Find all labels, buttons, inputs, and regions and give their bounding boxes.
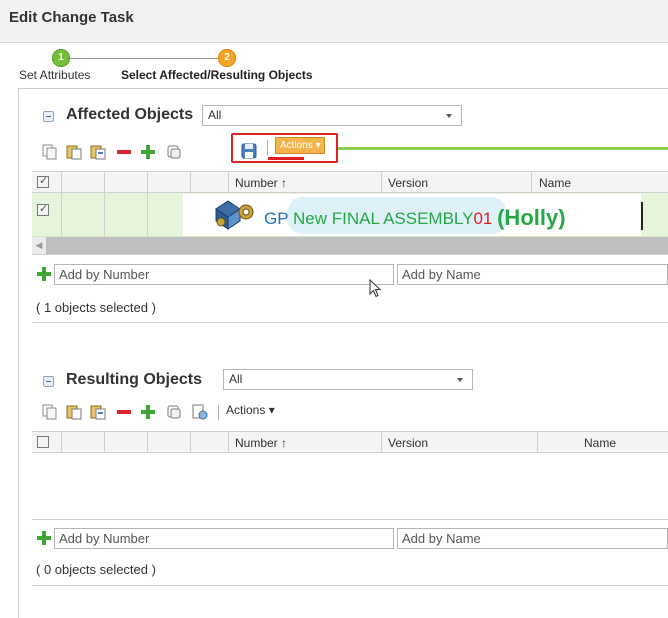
affected-column-name[interactable]: Name: [539, 176, 571, 190]
resulting-grid-header: [32, 431, 668, 453]
column-separator: [147, 171, 148, 193]
copy-icon[interactable]: [42, 144, 58, 160]
divider: [32, 322, 668, 323]
resulting-filter-select[interactable]: All: [223, 369, 473, 390]
toolbar-separator: [218, 405, 219, 420]
affected-select-all-checkbox[interactable]: [37, 174, 49, 188]
row-select-checkbox[interactable]: [37, 202, 49, 216]
remove-icon[interactable]: [116, 144, 132, 160]
affected-grid-header: [32, 171, 668, 193]
dialog-title: Edit Change Task: [9, 9, 134, 26]
column-separator: [537, 431, 538, 453]
text-cursor: [641, 202, 643, 230]
callout-suffix: 01: [473, 209, 493, 228]
affected-actions-label: Actions: [280, 140, 313, 151]
affected-objects-title: Affected Objects: [66, 106, 194, 123]
sort-ascending-icon: ↑: [281, 176, 288, 190]
resulting-actions-button[interactable]: Actions ▾: [226, 403, 275, 417]
add-by-number-plus-icon[interactable]: [37, 267, 51, 281]
affected-row-number-callout[interactable]: GP New FINAL ASSEMBLY01 (Holly): [264, 204, 566, 230]
column-separator: [61, 171, 62, 193]
resulting-objects-title: Resulting Objects: [66, 371, 203, 388]
add-icon[interactable]: [140, 404, 156, 420]
divider: [32, 519, 668, 520]
column-separator: [228, 171, 229, 193]
actions-underline: [268, 157, 304, 160]
resulting-select-all-checkbox[interactable]: [37, 436, 49, 448]
resulting-selection-status: ( 0 objects selected ): [36, 562, 156, 577]
divider: [32, 585, 668, 586]
column-separator: [381, 171, 382, 193]
view-info-icon[interactable]: [166, 144, 182, 160]
resulting-add-by-number-input[interactable]: Add by Number: [54, 528, 394, 549]
column-separator: [104, 171, 105, 193]
mouse-pointer-icon: [369, 279, 382, 298]
affected-collapse-icon[interactable]: [43, 111, 54, 122]
column-separator: [147, 193, 148, 237]
affected-column-number[interactable]: Number ↑: [235, 176, 287, 190]
affected-add-by-name-input[interactable]: Add by Name: [397, 264, 668, 285]
column-separator: [104, 431, 105, 453]
resulting-collapse-icon[interactable]: [43, 376, 54, 387]
wizard-step-2-badge[interactable]: 2: [218, 49, 236, 67]
wizard-step-1-label[interactable]: Set Attributes: [19, 68, 90, 82]
annotation-connector-line: [338, 147, 668, 150]
caret-down-icon: ▾: [265, 403, 275, 417]
affected-column-version[interactable]: Version: [388, 176, 428, 190]
view-info-icon[interactable]: [166, 404, 182, 420]
column-separator: [61, 193, 62, 237]
resulting-filter-value: All: [229, 372, 243, 386]
column-separator: [190, 171, 191, 193]
add-icon[interactable]: [140, 144, 156, 160]
wizard-step-1-badge[interactable]: 1: [52, 49, 70, 67]
assembly-part-icon: [215, 200, 254, 230]
revise-icon[interactable]: [192, 404, 208, 420]
remove-icon[interactable]: [116, 404, 132, 420]
resulting-column-number[interactable]: Number ↑: [235, 436, 287, 450]
column-separator: [190, 431, 191, 453]
wizard-step-connector: [68, 58, 220, 59]
wizard-step-2-label: Select Affected/Resulting Objects: [121, 68, 313, 82]
affected-actions-button[interactable]: Actions ▾: [275, 137, 325, 154]
affected-filter-value: All: [208, 108, 222, 122]
affected-selection-status: ( 1 objects selected ): [36, 300, 156, 315]
save-to-clipboard-icon[interactable]: [240, 141, 260, 161]
chevron-down-icon: [446, 114, 452, 118]
chevron-down-icon: [457, 378, 463, 382]
paste-icon[interactable]: [66, 144, 82, 160]
callout-middle: New FINAL ASSEMBLY: [293, 209, 474, 228]
column-separator: [381, 431, 382, 453]
scroll-left-icon[interactable]: ◀: [32, 237, 46, 254]
affected-filter-select[interactable]: All: [202, 105, 462, 126]
callout-owner: (Holly): [497, 205, 566, 230]
paste-icon[interactable]: [66, 404, 82, 420]
copy-icon[interactable]: [42, 404, 58, 420]
scrollbar-thumb[interactable]: [46, 237, 668, 254]
add-by-number-plus-icon[interactable]: [37, 531, 51, 545]
callout-prefix: GP: [264, 209, 289, 228]
resulting-toolbar: Actions ▾: [42, 402, 342, 422]
column-separator: [61, 431, 62, 453]
column-separator: [104, 193, 105, 237]
column-separator: [147, 431, 148, 453]
affected-add-by-number-input[interactable]: Add by Number: [54, 264, 394, 285]
caret-down-icon: ▾: [312, 140, 321, 151]
toolbar-separator: [267, 140, 268, 156]
resulting-column-version[interactable]: Version: [388, 436, 428, 450]
column-separator: [531, 171, 532, 193]
resulting-column-name[interactable]: Name: [584, 436, 616, 450]
resulting-actions-label: Actions: [226, 403, 266, 417]
column-separator: [228, 431, 229, 453]
divider: [32, 254, 668, 255]
paste-special-icon[interactable]: [90, 144, 106, 160]
resulting-add-by-name-input[interactable]: Add by Name: [397, 528, 668, 549]
paste-special-icon[interactable]: [90, 404, 106, 420]
sort-ascending-icon: ↑: [281, 436, 288, 450]
